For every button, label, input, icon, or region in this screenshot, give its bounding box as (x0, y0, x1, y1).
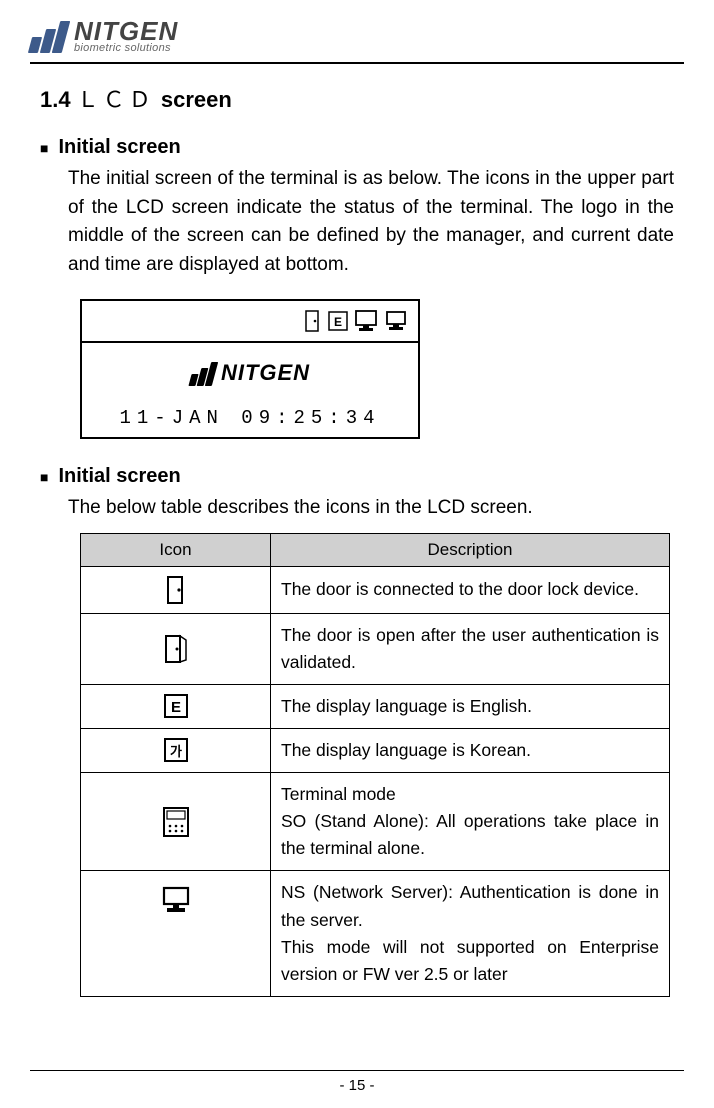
table-row: Terminal modeSO (Stand Alone): All opera… (81, 773, 670, 871)
bullet-icon: ■ (40, 469, 48, 485)
door-open-icon (163, 634, 189, 664)
svg-text:E: E (334, 315, 342, 329)
network-icon (384, 310, 408, 332)
section-mono: ＬＣＤ (77, 89, 155, 114)
lang-english-icon: E (163, 693, 189, 719)
brand-header: NITGEN biometric solutions (30, 18, 684, 62)
desc-cell: NS (Network Server): Authentication is d… (271, 871, 670, 997)
desc-cell: Terminal modeSO (Stand Alone): All opera… (271, 773, 670, 871)
desc-cell: The display language is English. (271, 684, 670, 728)
icon-cell-terminal-ns (81, 871, 271, 997)
subsection-heading-1: Initial screen (58, 136, 180, 159)
lcd-mock: E NITGEN 11-JAN 09:25:34 (80, 299, 420, 439)
table-row: The door is open after the user authenti… (81, 613, 670, 684)
page-number: - 15 - (30, 1071, 684, 1100)
icon-cell-door-open (81, 613, 271, 684)
brand-logo-icon (30, 19, 66, 53)
desc-cell: The display language is Korean. (271, 728, 670, 772)
icon-cell-lang-k: 가 (81, 728, 271, 772)
table-row: The door is connected to the door lock d… (81, 566, 670, 613)
bullet-icon: ■ (40, 140, 48, 156)
table-head-desc: Description (271, 533, 670, 566)
brand-name: NITGEN (74, 18, 178, 44)
svg-text:가: 가 (170, 744, 182, 759)
door-icon (304, 310, 322, 332)
brand-subtitle: biometric solutions (74, 42, 178, 54)
icon-table: Icon Description The door is connected t… (80, 533, 670, 997)
lcd-status-bar: E (82, 301, 418, 343)
terminal-icon (354, 310, 378, 332)
subsection-heading-2: Initial screen (58, 465, 180, 488)
icon-cell-lang-e: E (81, 684, 271, 728)
section-number: 1.4 (40, 87, 71, 112)
lang-icon: E (328, 311, 348, 331)
icon-cell-door-closed (81, 566, 271, 613)
section-title: 1.4 ＬＣＤ screen (40, 82, 674, 114)
lcd-brand-text: NITGEN (221, 360, 310, 386)
table-head-icon: Icon (81, 533, 271, 566)
icon-cell-terminal-so (81, 773, 271, 871)
table-row: E The display language is English. (81, 684, 670, 728)
door-closed-icon (165, 575, 187, 605)
table-row: 가 The display language is Korean. (81, 728, 670, 772)
paragraph-2: The below table describes the icons in t… (68, 494, 674, 523)
lcd-datetime: 11-JAN 09:25:34 (82, 403, 418, 437)
paragraph-1: The initial screen of the terminal is as… (68, 165, 674, 279)
section-rest: screen (161, 87, 232, 112)
table-row: NS (Network Server): Authentication is d… (81, 871, 670, 997)
desc-cell: The door is connected to the door lock d… (271, 566, 670, 613)
terminal-so-icon (161, 806, 191, 838)
terminal-ns-icon (160, 885, 192, 915)
lcd-logo: NITGEN (82, 343, 418, 403)
desc-cell: The door is open after the user authenti… (271, 613, 670, 684)
svg-text:E: E (170, 699, 180, 716)
lang-korean-icon: 가 (163, 737, 189, 763)
header-divider (30, 62, 684, 64)
